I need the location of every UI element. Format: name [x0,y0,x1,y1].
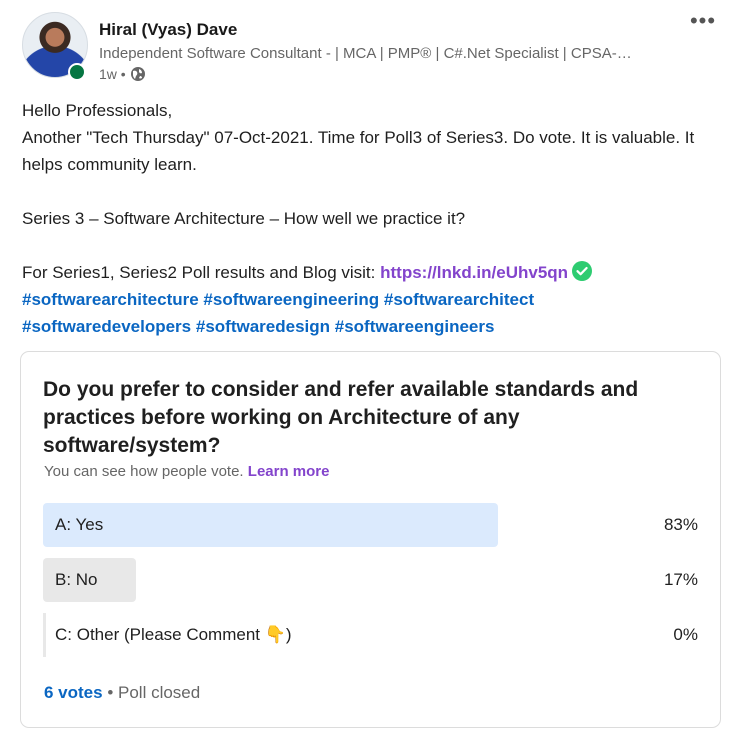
online-status-icon [68,63,86,81]
hashtag[interactable]: #softwaredevelopers [22,317,191,336]
poll-visibility-text: You can see how people vote. [44,463,244,480]
hashtag[interactable]: #softwarearchitect [384,290,534,309]
author-name[interactable]: Hiral (Vyas) Dave [99,20,237,40]
poll-option-b: B: No 17% [43,558,698,602]
check-circle-icon [572,261,593,281]
hashtag[interactable]: #softwareengineers [335,317,495,336]
poll-option-label: A: Yes [55,515,104,534]
poll-card: Do you prefer to consider and refer avai… [20,351,721,728]
learn-more-link[interactable]: Learn more [248,463,330,480]
poll-option-c: C: Other (Please Comment 👇) 0% [43,613,698,657]
post-link[interactable]: https://lnkd.in/eUhv5qn [380,263,568,282]
post-meta: 1w • [99,66,146,82]
post-link-line: For Series1, Series2 Poll results and Bl… [22,259,712,286]
globe-icon [130,67,145,81]
post-time: 1w • [99,66,126,82]
more-options-icon[interactable]: ••• [688,10,718,38]
poll-question: Do you prefer to consider and refer avai… [43,378,639,457]
poll-footer: 6 votes • Poll closed [44,683,200,703]
poll-option-label: B: No [55,570,98,589]
hashtag[interactable]: #softwarearchitecture [22,290,199,309]
post-text: Hello Professionals, Another "Tech Thurs… [22,97,712,340]
poll-votes-link[interactable]: 6 votes [44,683,103,702]
poll-option-percent: 17% [663,570,698,589]
post-greeting: Hello Professionals, [22,101,173,120]
poll-option-a: A: Yes 83% [43,503,698,547]
poll-option-percent: 0% [673,625,698,644]
author-headline: Independent Software Consultant - | MCA … [99,45,632,62]
post-series: Series 3 – Software Architecture – How w… [22,209,466,228]
poll-result-bar [43,503,498,547]
hashtag[interactable]: #softwaredesign [196,317,330,336]
hashtag[interactable]: #softwareengineering [203,290,379,309]
poll-result-bar [43,613,46,657]
poll-visibility-note: You can see how people vote. Learn more [44,463,329,480]
post-card: Hiral (Vyas) Dave Independent Software C… [0,0,736,741]
poll-option-percent: 83% [663,515,698,534]
post-intro: Another "Tech Thursday" 07-Oct-2021. Tim… [22,128,695,174]
hashtags-line-2: #softwaredevelopers #softwaredesign #sof… [22,313,712,340]
post-link-prefix: For Series1, Series2 Poll results and Bl… [22,263,381,282]
poll-option-label: C: Other (Please Comment 👇) [55,625,292,644]
poll-status: • Poll closed [107,683,201,702]
hashtags-line-1: #softwarearchitecture #softwareengineeri… [22,286,712,313]
